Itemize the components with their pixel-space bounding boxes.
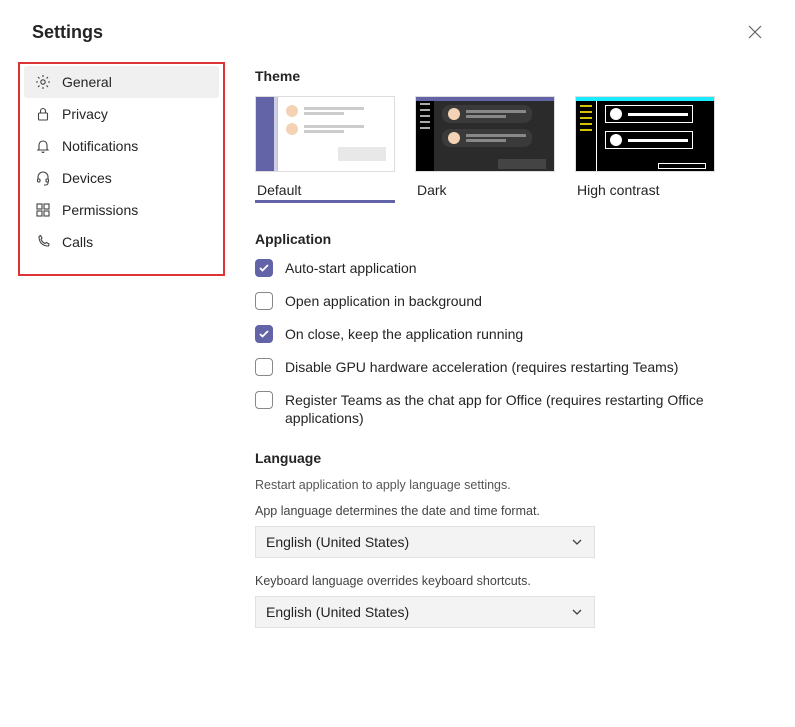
sidebar-item-notifications[interactable]: Notifications: [24, 130, 219, 162]
sidebar-item-permissions[interactable]: Permissions: [24, 194, 219, 226]
headset-icon: [34, 169, 52, 187]
checkbox-label: On close, keep the application running: [285, 325, 523, 344]
theme-options: Default Dark: [255, 96, 765, 203]
checkbox-register-chat[interactable]: [255, 391, 273, 409]
close-icon: [748, 25, 762, 39]
theme-option-high-contrast[interactable]: High contrast: [575, 96, 715, 203]
theme-label: High contrast: [575, 178, 715, 198]
check-row: Disable GPU hardware acceleration (requi…: [255, 358, 765, 377]
sidebar-item-label: Permissions: [62, 202, 138, 218]
theme-thumb-high-contrast: [575, 96, 715, 172]
checkbox-label: Auto-start application: [285, 259, 417, 278]
checkbox-open-background[interactable]: [255, 292, 273, 310]
close-button[interactable]: [743, 20, 767, 44]
check-row: On close, keep the application running: [255, 325, 765, 344]
checkmark-icon: [258, 262, 270, 274]
checkbox-disable-gpu[interactable]: [255, 358, 273, 376]
checkbox-label: Disable GPU hardware acceleration (requi…: [285, 358, 678, 377]
checkbox-label: Register Teams as the chat app for Offic…: [285, 391, 765, 429]
sidebar-item-label: General: [62, 74, 112, 90]
theme-option-dark[interactable]: Dark: [415, 96, 555, 203]
keyboard-language-label: Keyboard language overrides keyboard sho…: [255, 574, 765, 588]
sidebar-item-label: Calls: [62, 234, 93, 250]
theme-thumb-default: [255, 96, 395, 172]
sidebar-item-label: Privacy: [62, 106, 108, 122]
sidebar-item-general[interactable]: General: [24, 66, 219, 98]
settings-header: Settings: [0, 0, 795, 54]
bell-icon: [34, 137, 52, 155]
settings-body: General Privacy Notifications: [0, 54, 795, 727]
theme-thumb-dark: [415, 96, 555, 172]
app-language-label: App language determines the date and tim…: [255, 504, 765, 518]
select-value: English (United States): [266, 534, 409, 550]
application-section-title: Application: [255, 231, 765, 247]
chevron-down-icon: [570, 535, 584, 549]
checkbox-keep-running[interactable]: [255, 325, 273, 343]
sidebar-item-label: Notifications: [62, 138, 138, 154]
sidebar-item-devices[interactable]: Devices: [24, 162, 219, 194]
app-language-select[interactable]: English (United States): [255, 526, 595, 558]
checkbox-label: Open application in background: [285, 292, 482, 311]
theme-label: Dark: [415, 178, 555, 198]
settings-sidebar: General Privacy Notifications: [0, 54, 225, 727]
checkbox-autostart[interactable]: [255, 259, 273, 277]
page-title: Settings: [32, 22, 103, 43]
app-grid-icon: [34, 201, 52, 219]
keyboard-language-select[interactable]: English (United States): [255, 596, 595, 628]
language-section-title: Language: [255, 450, 765, 466]
check-row: Open application in background: [255, 292, 765, 311]
sidebar-item-label: Devices: [62, 170, 112, 186]
sidebar-highlight-box: General Privacy Notifications: [18, 62, 225, 276]
application-options: Auto-start application Open application …: [255, 259, 765, 428]
settings-window: Settings General Privacy: [0, 0, 795, 727]
theme-section-title: Theme: [255, 68, 765, 84]
theme-label: Default: [255, 178, 395, 198]
lock-icon: [34, 105, 52, 123]
language-helper: Restart application to apply language se…: [255, 478, 765, 492]
sidebar-item-privacy[interactable]: Privacy: [24, 98, 219, 130]
phone-icon: [34, 233, 52, 251]
check-row: Register Teams as the chat app for Offic…: [255, 391, 765, 429]
checkmark-icon: [258, 328, 270, 340]
theme-option-default[interactable]: Default: [255, 96, 395, 203]
select-value: English (United States): [266, 604, 409, 620]
sidebar-item-calls[interactable]: Calls: [24, 226, 219, 258]
check-row: Auto-start application: [255, 259, 765, 278]
chevron-down-icon: [570, 605, 584, 619]
settings-main: Theme Default: [225, 54, 795, 727]
gear-icon: [34, 73, 52, 91]
